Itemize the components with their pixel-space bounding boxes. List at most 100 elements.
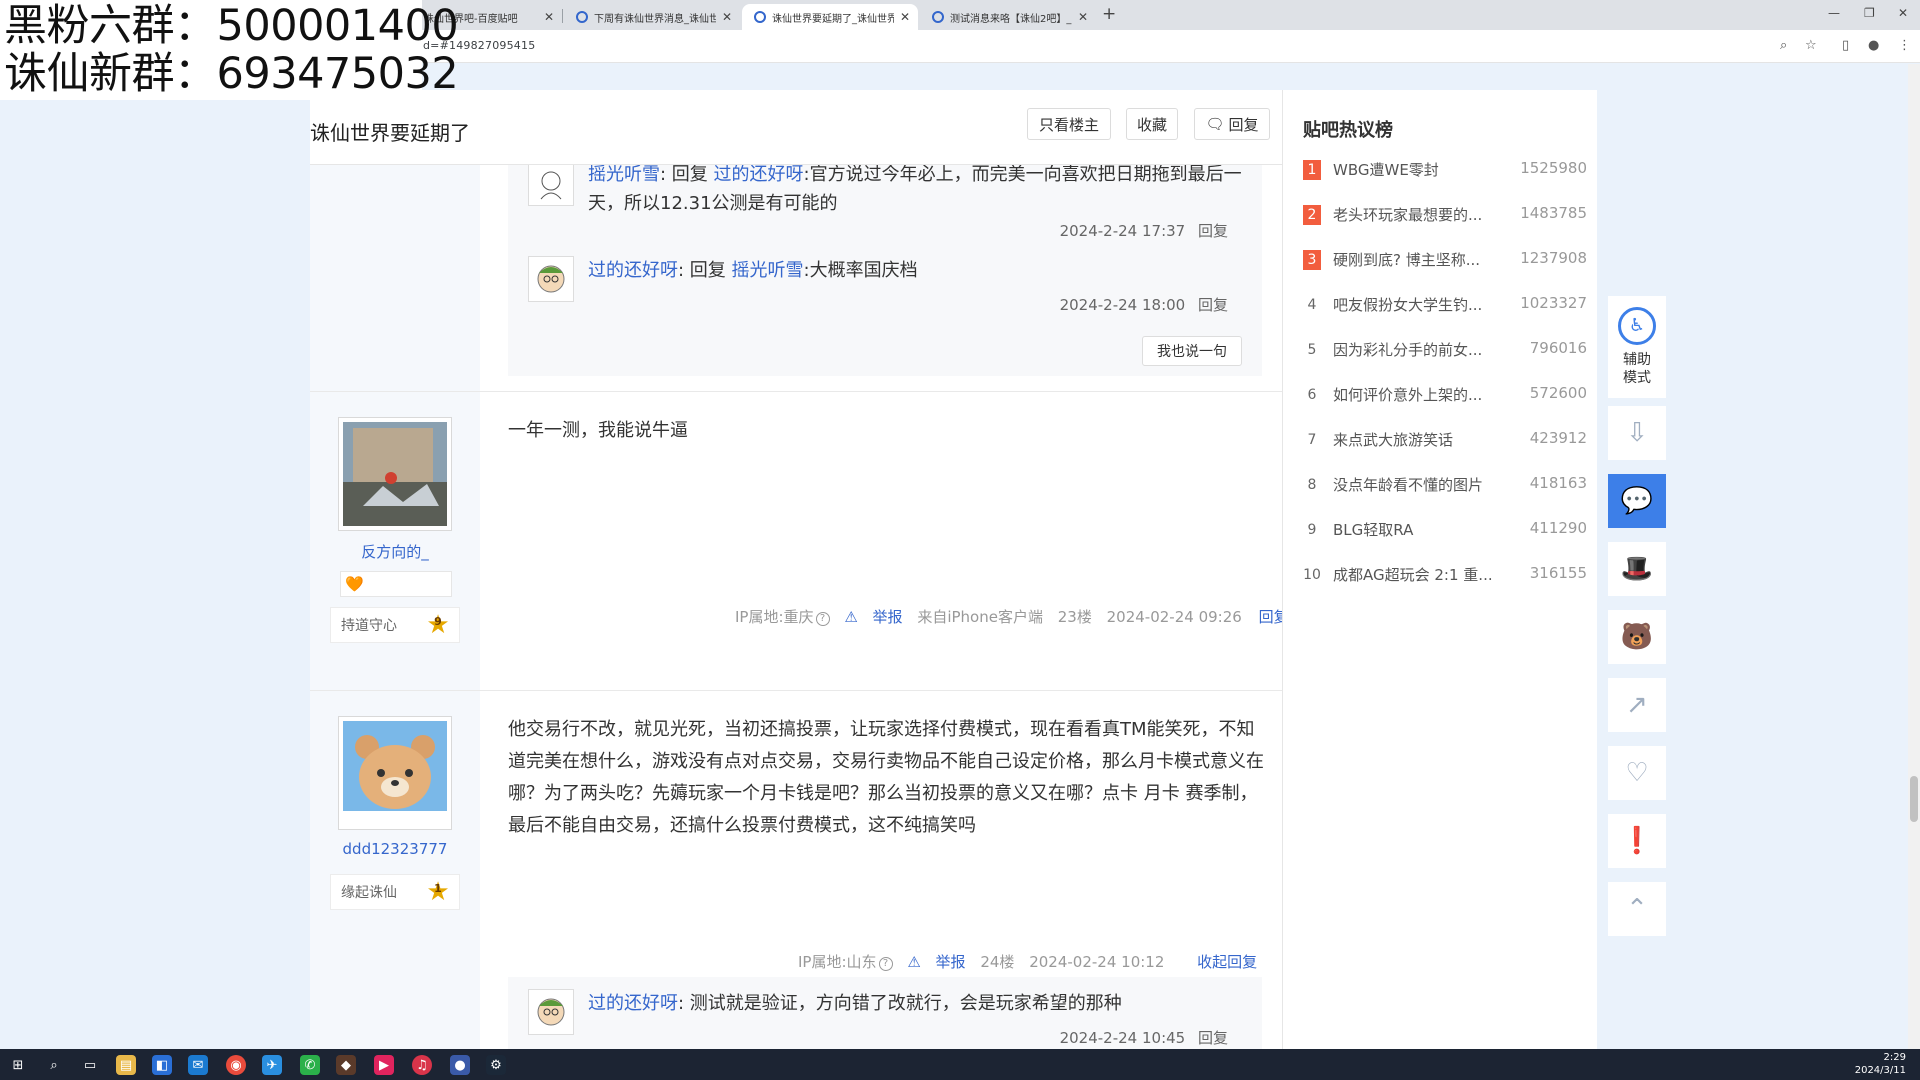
chrome-icon[interactable]: ◉: [226, 1055, 246, 1075]
avatar[interactable]: [528, 256, 574, 302]
sub-reply-target[interactable]: 过的还好呀: [714, 164, 804, 185]
overlay-line-2: 诛仙新群：693475032: [4, 49, 459, 99]
collapse-replies-link[interactable]: 收起回复: [1197, 953, 1257, 971]
hot-item-title[interactable]: 吧友假扮女大学生钓...: [1333, 294, 1498, 315]
sub-reply-user[interactable]: 过的还好呀: [588, 993, 678, 1014]
browser-tab-2[interactable]: 下周有诛仙世界消息_诛仙世界吧 ✕: [564, 4, 740, 30]
report-label: 举报: [872, 608, 903, 626]
sub-reply-target[interactable]: 摇光听雪: [732, 260, 804, 281]
post-time: 2024-02-24 10:12: [1029, 953, 1165, 971]
back-to-top-button[interactable]: ⌃: [1608, 882, 1666, 936]
hot-rank: 9: [1307, 522, 1317, 538]
avatar-cartoon-icon: [537, 998, 565, 1026]
minimize-icon[interactable]: —: [1828, 6, 1840, 20]
bookmark-star-icon[interactable]: ☆: [1805, 38, 1817, 53]
share-button[interactable]: ↗: [1608, 678, 1666, 732]
assist-mode-button[interactable]: ♿ 辅助模式: [1608, 296, 1666, 398]
sub-reply-time: 2024-2-24 10:45: [1059, 1029, 1186, 1047]
download-app-button[interactable]: ⇩: [1608, 406, 1666, 460]
hot-item-title[interactable]: 老头环玩家最想要的...: [1333, 204, 1498, 225]
hot-item-title[interactable]: BLG轻取RA: [1333, 519, 1498, 540]
windows-start-icon[interactable]: ⊞: [8, 1055, 28, 1075]
avatar[interactable]: [338, 417, 452, 531]
task-view-icon[interactable]: ▭: [80, 1055, 100, 1075]
sub-reply-user[interactable]: 过的还好呀: [588, 260, 678, 281]
hot-list-item[interactable]: 10 成都AG超玩会 2:1 重... 316155: [1303, 561, 1593, 591]
hot-item-title[interactable]: 成都AG超玩会 2:1 重...: [1333, 564, 1498, 585]
hot-list-panel: 贴吧热议榜 1 WBG遭WE零封 1525980 2 老头环玩家最想要的... 14837…: [1282, 90, 1597, 1049]
favorite-button[interactable]: 收藏: [1126, 108, 1178, 140]
hot-list-item[interactable]: 3 硬刚到底? 博主坚称... 1237908: [1303, 246, 1593, 276]
netease-music-icon[interactable]: ♫: [412, 1055, 432, 1075]
hot-item-title[interactable]: WBG遭WE零封: [1333, 159, 1498, 180]
hot-list-item[interactable]: 6 如何评价意外上架的... 572600: [1303, 381, 1593, 411]
sub-reply-meta: 2024-2-24 17:37 回复: [1060, 220, 1228, 241]
steam-icon[interactable]: ⚙: [486, 1055, 506, 1075]
avatar[interactable]: [338, 716, 452, 830]
search-icon[interactable]: ⌕: [44, 1055, 64, 1075]
hot-item-title[interactable]: 硬刚到底? 博主坚称...: [1333, 249, 1498, 270]
browser-tab-4[interactable]: 测试消息来咯【诛仙2吧】_百度贴吧 ✕: [920, 4, 1096, 30]
chat-bubble-icon: 💬: [1620, 486, 1654, 516]
magic-hat-button[interactable]: 🎩: [1608, 542, 1666, 596]
level-name: 持道守心: [341, 618, 397, 634]
zoom-icon[interactable]: ⌕: [1780, 38, 1787, 53]
sub-reply-box: 过的还好呀: 测试就是验证，方向错了改就行，会是玩家希望的那种 2024-2-2…: [508, 977, 1262, 1049]
sub-reply-reply-link[interactable]: 回复: [1198, 296, 1228, 314]
report-button[interactable]: ❗: [1608, 814, 1666, 868]
app-icon[interactable]: ●: [450, 1055, 470, 1075]
file-explorer-icon[interactable]: ▤: [116, 1055, 136, 1075]
post-reply-link[interactable]: 回复: [1259, 608, 1282, 626]
close-window-icon[interactable]: ✕: [1898, 6, 1908, 20]
app-icon[interactable]: ✈: [262, 1055, 282, 1075]
profile-icon[interactable]: ●: [1868, 38, 1879, 53]
sub-reply-reply-link[interactable]: 回复: [1198, 222, 1228, 240]
game-app-icon[interactable]: ◆: [336, 1055, 356, 1075]
report-link[interactable]: ⚠ 举报: [907, 953, 965, 971]
hot-list-item[interactable]: 4 吧友假扮女大学生钓... 1023327: [1303, 291, 1593, 321]
hot-list-item[interactable]: 7 来点武大旅游笑话 423912: [1303, 426, 1593, 456]
menu-kebab-icon[interactable]: ⋮: [1898, 38, 1911, 53]
hot-list-item[interactable]: 1 WBG遭WE零封 1525980: [1303, 156, 1593, 186]
help-icon[interactable]: ?: [815, 612, 830, 626]
hot-item-count: 572600: [1529, 384, 1587, 402]
wechat-icon[interactable]: ✆: [300, 1055, 320, 1075]
system-clock[interactable]: 2:29 2024/3/11: [1855, 1051, 1906, 1077]
store-icon[interactable]: ◧: [152, 1055, 172, 1075]
scrollbar-thumb[interactable]: [1910, 776, 1918, 822]
report-link[interactable]: ⚠ 举报: [844, 608, 902, 626]
avatar[interactable]: [528, 160, 574, 206]
close-tab-icon[interactable]: ✕: [722, 10, 732, 24]
sub-reply-user[interactable]: 摇光听雪: [588, 164, 660, 185]
hot-item-title[interactable]: 没点年龄看不懂的图片: [1333, 474, 1498, 495]
say-something-button[interactable]: 我也说一句: [1142, 336, 1242, 366]
hot-item-title[interactable]: 因为彩礼分手的前女...: [1333, 339, 1498, 360]
close-tab-icon[interactable]: ✕: [544, 10, 554, 24]
reply-button[interactable]: 🗨 回复: [1194, 108, 1270, 140]
restore-icon[interactable]: ❐: [1864, 6, 1875, 20]
new-tab-icon[interactable]: +: [1102, 4, 1116, 24]
hot-list-item[interactable]: 2 老头环玩家最想要的... 1483785: [1303, 201, 1593, 231]
page-scrollbar[interactable]: [1908, 64, 1920, 1049]
hot-list-item[interactable]: 5 因为彩礼分手的前女... 796016: [1303, 336, 1593, 366]
mail-icon[interactable]: ✉: [188, 1055, 208, 1075]
close-tab-icon[interactable]: ✕: [1078, 10, 1088, 24]
help-icon[interactable]: ?: [878, 957, 893, 971]
sub-reply-reply-link[interactable]: 回复: [1198, 1029, 1228, 1047]
hot-list-item[interactable]: 8 没点年龄看不懂的图片 418163: [1303, 471, 1593, 501]
hot-item-title[interactable]: 如何评价意外上架的...: [1333, 384, 1498, 405]
only-op-button[interactable]: 只看楼主: [1027, 108, 1111, 140]
hot-item-title[interactable]: 来点武大旅游笑话: [1333, 429, 1498, 450]
avatar[interactable]: [528, 989, 574, 1035]
author-name[interactable]: 反方向的_: [310, 541, 480, 562]
bear-button[interactable]: 🐻: [1608, 610, 1666, 664]
hot-list-item[interactable]: 9 BLG轻取RA 411290: [1303, 516, 1593, 546]
browser-tab-3[interactable]: 诛仙世界要延期了_诛仙世界吧 ✕: [742, 4, 918, 30]
client-source[interactable]: 来自iPhone客户端: [917, 608, 1043, 626]
message-button[interactable]: 💬: [1608, 474, 1666, 528]
side-panel-icon[interactable]: ▯: [1842, 38, 1849, 53]
author-name[interactable]: ddd12323777: [310, 840, 480, 858]
favorite-heart-button[interactable]: ♡: [1608, 746, 1666, 800]
close-tab-icon[interactable]: ✕: [900, 10, 910, 24]
app-icon[interactable]: ▶: [374, 1055, 394, 1075]
